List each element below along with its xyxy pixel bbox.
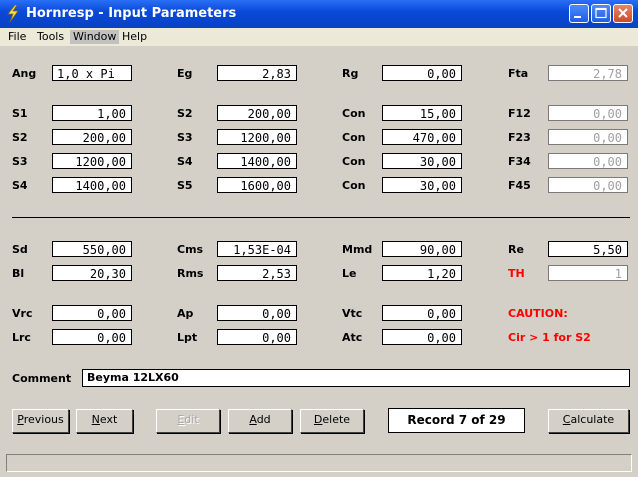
s1-label: S1 (12, 107, 28, 120)
f34-field: 0,00 (548, 153, 628, 169)
con3-field[interactable]: 30,00 (382, 153, 462, 169)
comment-field[interactable]: Beyma 12LX60 (82, 369, 630, 387)
lrc-label: Lrc (12, 331, 31, 344)
calculate-button[interactable]: Calculate (548, 409, 629, 433)
s4-field-2[interactable]: 1400,00 (52, 177, 132, 193)
delete-button[interactable]: Delete (300, 409, 364, 433)
rg-field[interactable]: 0,00 (382, 65, 462, 81)
s1-field[interactable]: 1,00 (52, 105, 132, 121)
con2-field[interactable]: 470,00 (382, 129, 462, 145)
s2-label: S2 (177, 107, 193, 120)
bl-field[interactable]: 20,30 (52, 265, 132, 281)
s2-field[interactable]: 200,00 (217, 105, 297, 121)
s2-label-2: S2 (12, 131, 28, 144)
menu-help[interactable]: Help (119, 30, 150, 44)
mmd-field[interactable]: 90,00 (382, 241, 462, 257)
f34-label: F34 (508, 155, 531, 168)
con4-label: Con (342, 179, 366, 192)
f23-field: 0,00 (548, 129, 628, 145)
vtc-label: Vtc (342, 307, 363, 320)
f12-label: F12 (508, 107, 531, 120)
previous-button[interactable]: Previous (12, 409, 69, 433)
caution-message: Cir > 1 for S2 (508, 331, 591, 344)
re-label: Re (508, 243, 524, 256)
f23-label: F23 (508, 131, 531, 144)
fta-label: Fta (508, 67, 529, 80)
close-button[interactable] (613, 4, 633, 23)
vtc-field[interactable]: 0,00 (382, 305, 462, 321)
next-button[interactable]: Next (76, 409, 133, 433)
th-label: TH (508, 267, 525, 280)
rg-label: Rg (342, 67, 359, 80)
ang-field[interactable]: 1,0 x Pi (52, 65, 132, 81)
f45-field: 0,00 (548, 177, 628, 193)
con1-label: Con (342, 107, 366, 120)
caution-title: CAUTION: (508, 307, 568, 320)
bl-label: Bl (12, 267, 25, 280)
add-button[interactable]: Add (228, 409, 292, 433)
f12-field: 0,00 (548, 105, 628, 121)
close-icon (618, 8, 628, 18)
atc-label: Atc (342, 331, 363, 344)
eg-field[interactable]: 2,83 (217, 65, 297, 81)
edit-button[interactable]: Edit (156, 409, 220, 433)
cms-field[interactable]: 1,53E-04 (217, 241, 297, 257)
record-indicator: Record 7 of 29 (388, 408, 525, 433)
s2-field-2[interactable]: 200,00 (52, 129, 132, 145)
maximize-icon (595, 7, 607, 19)
ap-label: Ap (177, 307, 194, 320)
s3-field-2[interactable]: 1200,00 (52, 153, 132, 169)
lpt-label: Lpt (177, 331, 198, 344)
con2-label: Con (342, 131, 366, 144)
minimize-icon (574, 16, 581, 18)
status-bar (6, 454, 632, 472)
mmd-label: Mmd (342, 243, 373, 256)
sd-field[interactable]: 550,00 (52, 241, 132, 257)
vrc-label: Vrc (12, 307, 33, 320)
cms-label: Cms (177, 243, 204, 256)
th-field: 1 (548, 265, 628, 281)
comment-label: Comment (12, 372, 72, 385)
ang-label: Ang (12, 67, 37, 80)
le-field[interactable]: 1,20 (382, 265, 462, 281)
s5-label: S5 (177, 179, 193, 192)
rms-field[interactable]: 2,53 (217, 265, 297, 281)
fta-field: 2,78 (548, 65, 628, 81)
eg-label: Eg (177, 67, 193, 80)
s3-field[interactable]: 1200,00 (217, 129, 297, 145)
section-divider (12, 217, 630, 218)
vrc-field[interactable]: 0,00 (52, 305, 132, 321)
menu-window[interactable]: Window (70, 30, 120, 44)
minimize-button[interactable] (569, 4, 589, 23)
s4-label-2: S4 (12, 179, 28, 192)
lrc-field[interactable]: 0,00 (52, 329, 132, 345)
s4-label: S4 (177, 155, 193, 168)
s3-label: S3 (177, 131, 193, 144)
con4-field[interactable]: 30,00 (382, 177, 462, 193)
con1-field[interactable]: 15,00 (382, 105, 462, 121)
ap-field[interactable]: 0,00 (217, 305, 297, 321)
con3-label: Con (342, 155, 366, 168)
menu-file[interactable]: File (5, 30, 29, 44)
lightning-icon (7, 5, 19, 22)
maximize-button[interactable] (591, 4, 611, 23)
s4-field[interactable]: 1400,00 (217, 153, 297, 169)
f45-label: F45 (508, 179, 531, 192)
s3-label-2: S3 (12, 155, 28, 168)
lpt-field[interactable]: 0,00 (217, 329, 297, 345)
atc-field[interactable]: 0,00 (382, 329, 462, 345)
menu-tools[interactable]: Tools (34, 30, 67, 44)
re-field[interactable]: 5,50 (548, 241, 628, 257)
menu-bar: File Tools Window Help (0, 28, 638, 46)
rms-label: Rms (177, 267, 204, 280)
sd-label: Sd (12, 243, 28, 256)
window-title: Hornresp - Input Parameters (26, 6, 237, 21)
s5-field[interactable]: 1600,00 (217, 177, 297, 193)
le-label: Le (342, 267, 357, 280)
title-bar[interactable]: Hornresp - Input Parameters (0, 0, 638, 28)
